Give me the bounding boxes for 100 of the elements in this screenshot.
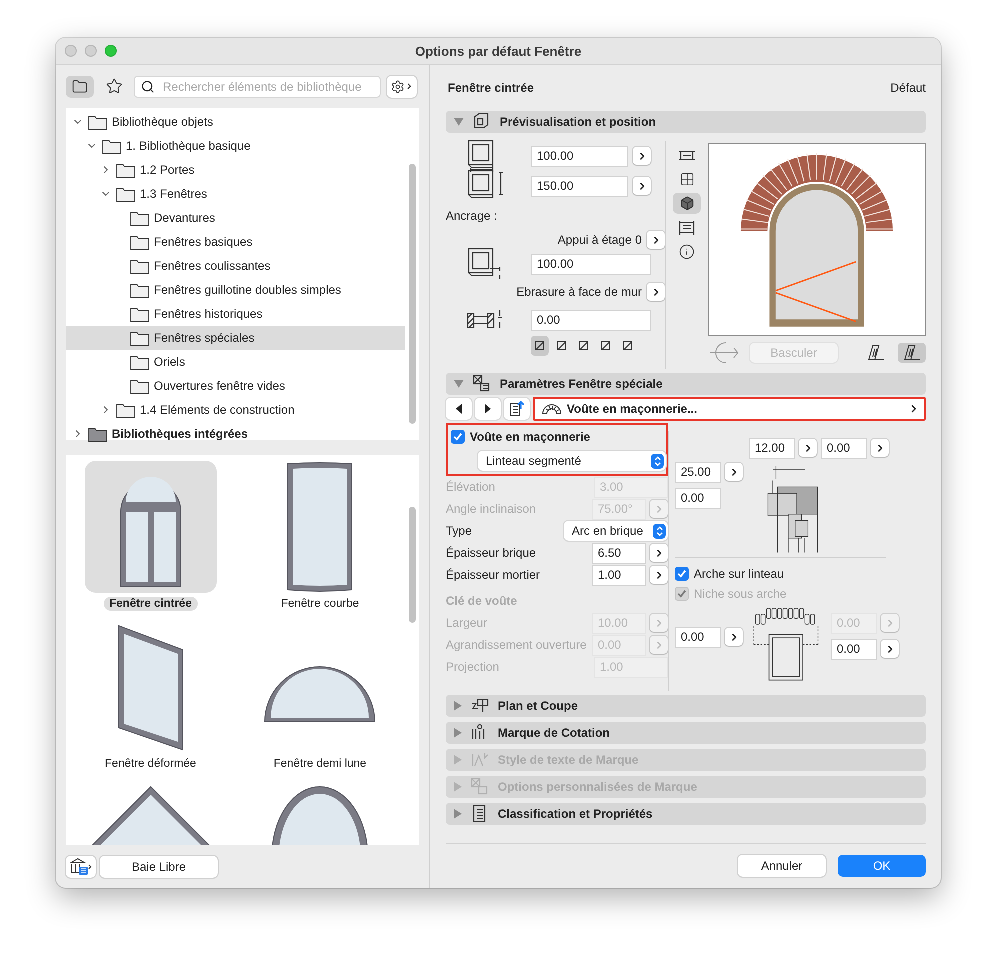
star-icon [106, 78, 122, 95]
tree-item[interactable]: Fenêtres historiques [66, 302, 405, 326]
scrollbar-thumb[interactable] [408, 507, 416, 623]
arrow-button[interactable] [650, 566, 668, 584]
panel-header[interactable]: Marque de Cotation [446, 722, 926, 744]
height-field[interactable]: 150.00 [531, 176, 628, 196]
tree-item[interactable]: 1.3 Fenêtres [66, 182, 405, 206]
search-icon [141, 80, 155, 94]
number-field[interactable]: 6.50 [592, 542, 646, 564]
page-list-button[interactable] [504, 398, 530, 420]
ok-button[interactable]: OK [838, 855, 926, 877]
lintel-dropdown[interactable]: Linteau segmenté [478, 451, 666, 471]
view-tab[interactable] [66, 76, 94, 98]
anchor-point-icon [557, 341, 567, 351]
field-label: Épaisseur brique [446, 546, 538, 560]
folder-icon [72, 78, 88, 94]
checkbox[interactable] [675, 567, 689, 581]
tree-item[interactable]: 1.4 Eléments de construction [66, 398, 405, 422]
folder-icon [130, 234, 150, 250]
folder-icon [130, 330, 150, 346]
previous-button[interactable] [446, 398, 472, 420]
stepper-icon [651, 454, 664, 468]
thumbnail-label: Fenêtre déformée [104, 757, 198, 771]
elevation-icon [678, 220, 696, 236]
document-arrow-icon [508, 400, 526, 418]
number-field[interactable]: 0.00 [821, 438, 867, 458]
folder-icon [130, 354, 150, 370]
custom-icon [470, 777, 490, 797]
sill-field[interactable]: 100.00 [531, 254, 651, 274]
option-checkbox-row[interactable]: Arche sur linteau [675, 564, 926, 584]
section-icon [678, 148, 696, 162]
settings-button[interactable] [387, 76, 417, 98]
arrow-button[interactable] [881, 640, 899, 658]
panel-header[interactable]: Classification et Propriétés [446, 803, 926, 825]
panel-header[interactable]: Plan et Coupe [446, 695, 926, 717]
tree-item[interactable]: Bibliothèques intégrées [66, 422, 405, 446]
cancel-button[interactable]: Annuler [738, 855, 826, 877]
thumbnail-label: Fenêtre courbe [280, 597, 360, 611]
thumbnail-label: Fenêtre demi lune [272, 757, 368, 771]
number-field[interactable]: 0.00 [831, 638, 877, 660]
section-label: Clé de voûte [446, 594, 518, 608]
scrollbar-thumb[interactable] [408, 164, 416, 424]
panel-header[interactable]: Prévisualisation et position [446, 111, 926, 133]
stepper-icon [653, 524, 666, 538]
type-dropdown[interactable]: Arc en brique [564, 521, 668, 541]
tree-item[interactable]: Devantures [66, 206, 405, 230]
folder-icon [130, 258, 150, 274]
field-label: Largeur [446, 616, 488, 630]
settings-icon [390, 80, 404, 94]
number-field[interactable]: 12.00 [749, 438, 795, 458]
wall-side-icon [903, 345, 921, 361]
number-field[interactable]: 1.00 [592, 564, 646, 586]
view-mode-button[interactable] [673, 193, 701, 214]
arrow-button[interactable] [650, 544, 668, 562]
number-field[interactable]: 0.00 [675, 488, 721, 508]
folder-icon [88, 114, 108, 130]
field-label: Type [446, 524, 474, 538]
brick-arch-icon [541, 403, 563, 415]
tree-item[interactable]: 1.2 Portes [66, 158, 405, 182]
search-field[interactable]: Rechercher éléments de bibliothèque [134, 76, 381, 98]
arrow-button[interactable] [633, 177, 651, 195]
number-field[interactable]: 0.00 [675, 626, 721, 648]
wall-side-button[interactable] [898, 343, 926, 363]
arrow-button[interactable] [647, 231, 665, 249]
anchor-option-button[interactable] [531, 336, 549, 356]
field-label: Projection [446, 660, 500, 674]
object-name-button[interactable]: Baie Libre [100, 856, 218, 878]
tree-item[interactable]: Fenêtres basiques [66, 230, 405, 254]
next-button[interactable] [475, 398, 501, 420]
library-button[interactable] [66, 856, 96, 878]
anchor-point-icon [623, 341, 633, 351]
sill-label: Appui à étage 0 [558, 233, 642, 247]
arrow-button[interactable] [799, 439, 817, 457]
folder-icon [102, 138, 122, 154]
folder-icon [116, 402, 136, 418]
info-icon [679, 244, 695, 260]
tree-item[interactable]: Fenêtres spéciales [66, 326, 405, 350]
reveal-field[interactable]: 0.00 [531, 310, 651, 330]
arrow-button[interactable] [633, 147, 651, 165]
tree-item[interactable]: Fenêtres guillotine doubles simples [66, 278, 405, 302]
page-selector[interactable]: Voûte en maçonnerie... [533, 397, 926, 421]
vault-checkbox-row[interactable]: Voûte en maçonnerie [451, 428, 664, 446]
folder-icon [116, 186, 136, 202]
width-field[interactable]: 100.00 [531, 146, 628, 166]
folder-icon [130, 378, 150, 394]
arrow-button[interactable] [725, 463, 743, 481]
panel-header[interactable]: Paramètres Fenêtre spéciale [446, 373, 926, 395]
arrow-button[interactable] [871, 439, 889, 457]
grid-icon [680, 172, 694, 187]
tree-item[interactable]: Ouvertures fenêtre vides [66, 374, 405, 398]
arrow-button[interactable] [725, 628, 743, 646]
arrow-button[interactable] [647, 283, 665, 301]
checkbox[interactable] [451, 430, 465, 444]
anchor-label: Ancrage : [446, 209, 498, 223]
tree-item[interactable]: Oriels [66, 350, 405, 374]
tree-item[interactable]: 1. Bibliothèque basique [66, 134, 405, 158]
anchor-point-icon [535, 341, 545, 351]
tree-item[interactable]: Bibliothèque objets [66, 110, 405, 134]
number-field[interactable]: 25.00 [675, 462, 721, 482]
tree-item[interactable]: Fenêtres coulissantes [66, 254, 405, 278]
